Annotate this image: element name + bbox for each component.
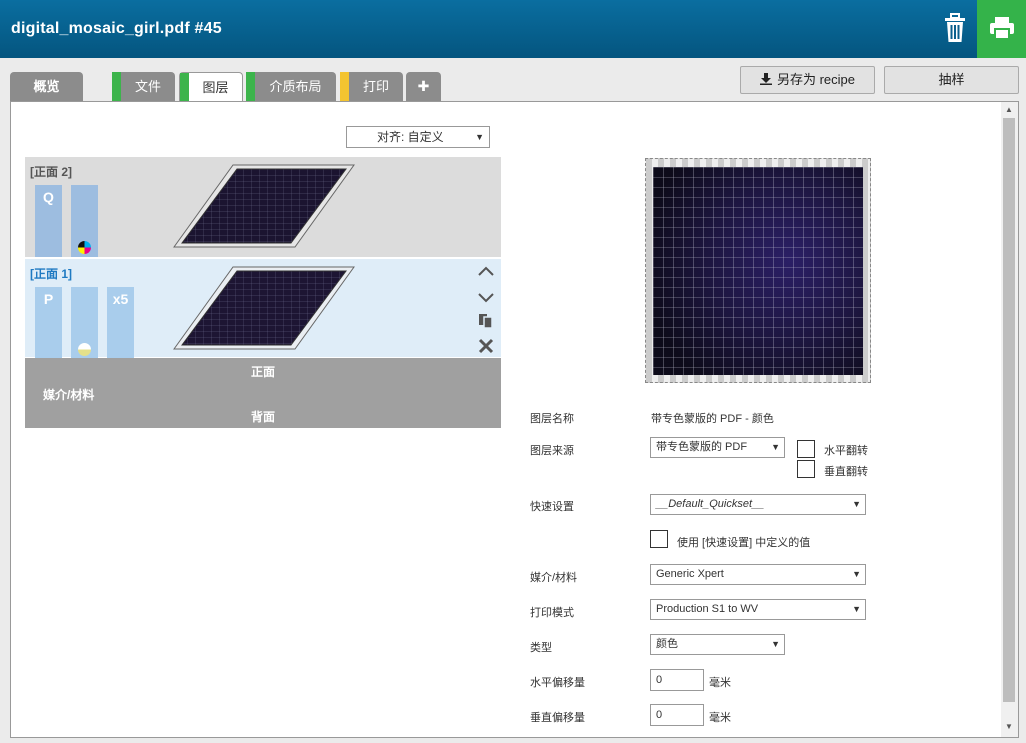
flip-vertical-label: 垂直翻转 bbox=[824, 466, 868, 478]
print-mode-label: 打印模式 bbox=[530, 607, 574, 619]
layer-chip-q[interactable]: Q bbox=[35, 185, 62, 257]
chevron-down-icon[interactable] bbox=[477, 288, 495, 306]
media-bar: 正面 媒介/材料 背面 bbox=[25, 358, 501, 428]
h-offset-input[interactable]: 0 bbox=[650, 669, 704, 691]
layer-chip-white[interactable] bbox=[71, 287, 98, 359]
save-as-recipe-button[interactable]: 另存为 recipe bbox=[740, 66, 875, 94]
layer-thumbnail bbox=[173, 266, 355, 350]
chevron-up-icon[interactable] bbox=[477, 263, 495, 281]
caret-down-icon: ▼ bbox=[771, 639, 780, 649]
scrollbar-thumb[interactable] bbox=[1003, 118, 1015, 702]
caret-down-icon: ▼ bbox=[852, 604, 861, 614]
preview-image bbox=[653, 167, 863, 375]
scroll-down-icon[interactable]: ▼ bbox=[1005, 722, 1013, 731]
download-icon bbox=[759, 73, 772, 85]
v-offset-unit: 毫米 bbox=[709, 712, 731, 724]
job-title: digital_mosaic_girl.pdf #45 bbox=[11, 20, 222, 37]
use-quickset-label: 使用 [快速设置] 中定义的值 bbox=[677, 537, 811, 549]
layer-source-select[interactable]: 带专色蒙版的 PDF ▼ bbox=[650, 437, 785, 458]
type-label: 类型 bbox=[530, 642, 552, 654]
side-front-row[interactable]: [正面 1] P x5 bbox=[25, 257, 501, 359]
layer-name-label: 图层名称 bbox=[530, 413, 574, 425]
quickset-select[interactable]: __Default_Quickset__ ▼ bbox=[650, 494, 866, 515]
plus-icon: ✚ bbox=[417, 78, 430, 94]
tab-overview[interactable]: 概览 bbox=[10, 72, 83, 101]
sample-button[interactable]: 抽样 bbox=[884, 66, 1019, 94]
flip-horizontal-label: 水平翻转 bbox=[824, 445, 868, 457]
align-select[interactable]: 对齐: 自定义 ▼ bbox=[346, 126, 490, 148]
side-label: [正面 1] bbox=[30, 267, 73, 281]
tab-print[interactable]: 打印 bbox=[340, 72, 403, 101]
layer-chip-cmyk[interactable] bbox=[71, 185, 98, 257]
v-offset-input[interactable]: 0 bbox=[650, 704, 704, 726]
vertical-scrollbar[interactable]: ▲ ▼ bbox=[1001, 102, 1018, 737]
app-header: digital_mosaic_girl.pdf #45 bbox=[0, 0, 1026, 58]
side-label: [正面 2] bbox=[30, 165, 73, 179]
layer-source-label: 图层来源 bbox=[530, 445, 574, 457]
caret-down-icon: ▼ bbox=[771, 442, 780, 452]
layer-thumbnail bbox=[173, 164, 355, 248]
white-ink-icon bbox=[78, 343, 91, 356]
media-select[interactable]: Generic Xpert ▼ bbox=[650, 564, 866, 585]
layer-chip-x5[interactable]: x5 bbox=[107, 287, 134, 359]
caret-down-icon: ▼ bbox=[852, 499, 861, 509]
layers-panel: 对齐: 自定义 ▼ [正面 2] Q [正面 1] P x5 正面 媒介/材料 … bbox=[10, 101, 1019, 738]
layer-chip-p[interactable]: P bbox=[35, 287, 62, 359]
printer-icon bbox=[990, 17, 1014, 40]
print-button[interactable] bbox=[977, 0, 1026, 58]
quickset-label: 快速设置 bbox=[530, 501, 574, 513]
scroll-up-icon[interactable]: ▲ bbox=[1005, 105, 1013, 114]
delete-icon[interactable] bbox=[477, 337, 495, 355]
tab-layers[interactable]: 图层 bbox=[179, 72, 243, 102]
flip-vertical-checkbox[interactable] bbox=[797, 460, 815, 478]
media-label: 媒介/材料 bbox=[530, 572, 578, 584]
type-select[interactable]: 颜色 ▼ bbox=[650, 634, 785, 655]
layer-name-value: 带专色蒙版的 PDF - 颜色 bbox=[651, 413, 774, 425]
print-mode-select[interactable]: Production S1 to WV ▼ bbox=[650, 599, 866, 620]
copy-icon[interactable] bbox=[477, 312, 495, 330]
use-quickset-checkbox[interactable] bbox=[650, 530, 668, 548]
caret-down-icon: ▼ bbox=[475, 132, 484, 142]
tab-media-layout[interactable]: 介质布局 bbox=[246, 72, 336, 101]
side-back-row[interactable]: [正面 2] Q bbox=[25, 157, 501, 257]
trash-icon[interactable] bbox=[940, 12, 970, 44]
tab-file[interactable]: 文件 bbox=[112, 72, 175, 101]
flip-horizontal-checkbox[interactable] bbox=[797, 440, 815, 458]
caret-down-icon: ▼ bbox=[852, 569, 861, 579]
v-offset-label: 垂直偏移量 bbox=[530, 712, 585, 724]
cmyk-icon bbox=[78, 241, 91, 254]
h-offset-label: 水平偏移量 bbox=[530, 677, 585, 689]
layer-preview bbox=[645, 158, 871, 383]
add-tab-button[interactable]: ✚ bbox=[406, 72, 441, 101]
h-offset-unit: 毫米 bbox=[709, 677, 731, 689]
